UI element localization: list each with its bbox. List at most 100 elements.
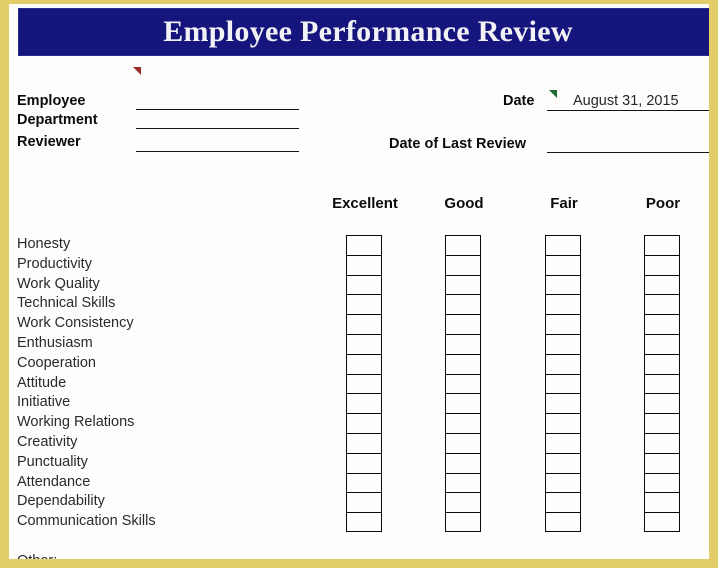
page-title: Employee Performance Review (163, 15, 573, 48)
last-review-label: Date of Last Review (389, 136, 526, 152)
rating-column-good (445, 235, 481, 532)
criterion-row: Creativity (17, 433, 78, 450)
reviewer-input-line[interactable] (136, 151, 299, 152)
rating-checkbox-good[interactable] (445, 254, 481, 275)
rating-checkbox-excellent[interactable] (346, 254, 382, 275)
rating-checkbox-fair[interactable] (545, 274, 581, 295)
rating-checkbox-fair[interactable] (545, 314, 581, 334)
last-review-input-line[interactable] (547, 152, 709, 153)
criterion-row: Honesty (17, 236, 71, 252)
rating-checkbox-good[interactable] (445, 353, 481, 374)
rating-checkbox-fair[interactable] (545, 452, 581, 473)
rating-checkbox-excellent[interactable] (346, 274, 382, 295)
rating-checkbox-good[interactable] (445, 294, 481, 315)
date-label: Date (503, 93, 535, 109)
rating-checkbox-excellent[interactable] (346, 432, 382, 453)
criterion-row: Technical Skills (17, 295, 116, 312)
criterion-row: Initiative (17, 394, 71, 411)
rating-header-fair: Fair (550, 195, 578, 212)
criterion-row: Cooperation (17, 354, 96, 371)
department-label: Department (17, 112, 98, 128)
rating-header-poor: Poor (645, 195, 681, 212)
rating-checkbox-good[interactable] (445, 472, 481, 493)
reviewer-label: Reviewer (17, 134, 81, 150)
rating-checkbox-poor[interactable] (644, 413, 680, 433)
rating-checkbox-good[interactable] (445, 492, 481, 513)
rating-checkbox-fair[interactable] (545, 472, 581, 493)
rating-checkbox-poor[interactable] (644, 235, 680, 255)
rating-checkbox-good[interactable] (445, 373, 481, 394)
rating-checkbox-fair[interactable] (545, 432, 581, 453)
criterion-row: Attendance (17, 473, 91, 490)
department-input-line[interactable] (136, 128, 299, 129)
rating-checkbox-good[interactable] (445, 235, 481, 255)
rating-checkbox-poor[interactable] (644, 512, 680, 532)
rating-column-fair (545, 235, 581, 532)
rating-checkbox-good[interactable] (445, 512, 481, 532)
other-label: Other: (17, 553, 58, 568)
rating-checkbox-excellent[interactable] (346, 314, 382, 334)
rating-checkbox-good[interactable] (445, 432, 481, 453)
rating-checkbox-poor[interactable] (644, 373, 680, 394)
rating-checkbox-poor[interactable] (644, 432, 680, 453)
rating-checkbox-fair[interactable] (545, 393, 581, 414)
criterion-row: Productivity (17, 255, 92, 272)
criterion-row: Dependability (17, 493, 105, 510)
rating-checkbox-poor[interactable] (644, 294, 680, 315)
rating-checkbox-excellent[interactable] (346, 353, 382, 374)
red-comment-marker (133, 67, 141, 75)
criterion-row: Punctuality (17, 453, 88, 470)
rating-checkbox-fair[interactable] (545, 492, 581, 513)
rating-checkbox-excellent[interactable] (346, 393, 382, 414)
rating-checkbox-good[interactable] (445, 274, 481, 295)
rating-checkbox-fair[interactable] (545, 413, 581, 433)
rating-checkbox-excellent[interactable] (346, 472, 382, 493)
rating-checkbox-poor[interactable] (644, 274, 680, 295)
rating-checkbox-fair[interactable] (545, 512, 581, 532)
rating-checkbox-poor[interactable] (644, 472, 680, 493)
rating-checkbox-poor[interactable] (644, 452, 680, 473)
rating-checkbox-fair[interactable] (545, 254, 581, 275)
rating-checkbox-excellent[interactable] (346, 452, 382, 473)
rating-checkbox-poor[interactable] (644, 353, 680, 374)
rating-checkbox-fair[interactable] (545, 333, 581, 354)
rating-checkbox-fair[interactable] (545, 373, 581, 394)
title-banner: Employee Performance Review (18, 8, 709, 56)
criterion-row: Work Consistency (17, 315, 134, 332)
criterion-row: Attitude (17, 374, 67, 391)
rating-checkbox-poor[interactable] (644, 333, 680, 354)
date-input-line[interactable] (547, 110, 709, 111)
rating-checkbox-poor[interactable] (644, 254, 680, 275)
employee-input-line[interactable] (136, 109, 299, 110)
rating-header-good: Good (444, 195, 484, 212)
rating-checkbox-good[interactable] (445, 393, 481, 414)
rating-checkbox-good[interactable] (445, 333, 481, 354)
rating-checkbox-poor[interactable] (644, 314, 680, 334)
rating-checkbox-excellent[interactable] (346, 235, 382, 255)
rating-checkbox-excellent[interactable] (346, 294, 382, 315)
rating-checkbox-poor[interactable] (644, 393, 680, 414)
rating-column-poor (644, 235, 680, 532)
rating-checkbox-poor[interactable] (644, 492, 680, 513)
rating-checkbox-excellent[interactable] (346, 333, 382, 354)
rating-column-excellent (346, 235, 382, 532)
rating-checkbox-good[interactable] (445, 314, 481, 334)
criterion-row: Enthusiasm (17, 334, 93, 351)
rating-checkbox-fair[interactable] (545, 294, 581, 315)
date-value[interactable]: August 31, 2015 (573, 93, 679, 109)
rating-checkbox-excellent[interactable] (346, 413, 382, 433)
rating-checkbox-fair[interactable] (545, 353, 581, 374)
criterion-row: Work Quality (17, 275, 100, 292)
performance-review-page: Employee Performance Review Employee Dep… (0, 0, 718, 568)
criterion-row: Working Relations (17, 414, 135, 431)
rating-header-excellent: Excellent (332, 195, 398, 212)
criterion-row: Communication Skills (17, 513, 156, 530)
rating-checkbox-good[interactable] (445, 413, 481, 433)
rating-checkbox-excellent[interactable] (346, 512, 382, 532)
rating-checkbox-good[interactable] (445, 452, 481, 473)
employee-label: Employee (17, 93, 86, 109)
green-comment-marker (549, 90, 557, 98)
rating-checkbox-excellent[interactable] (346, 492, 382, 513)
rating-checkbox-fair[interactable] (545, 235, 581, 255)
rating-checkbox-excellent[interactable] (346, 373, 382, 394)
